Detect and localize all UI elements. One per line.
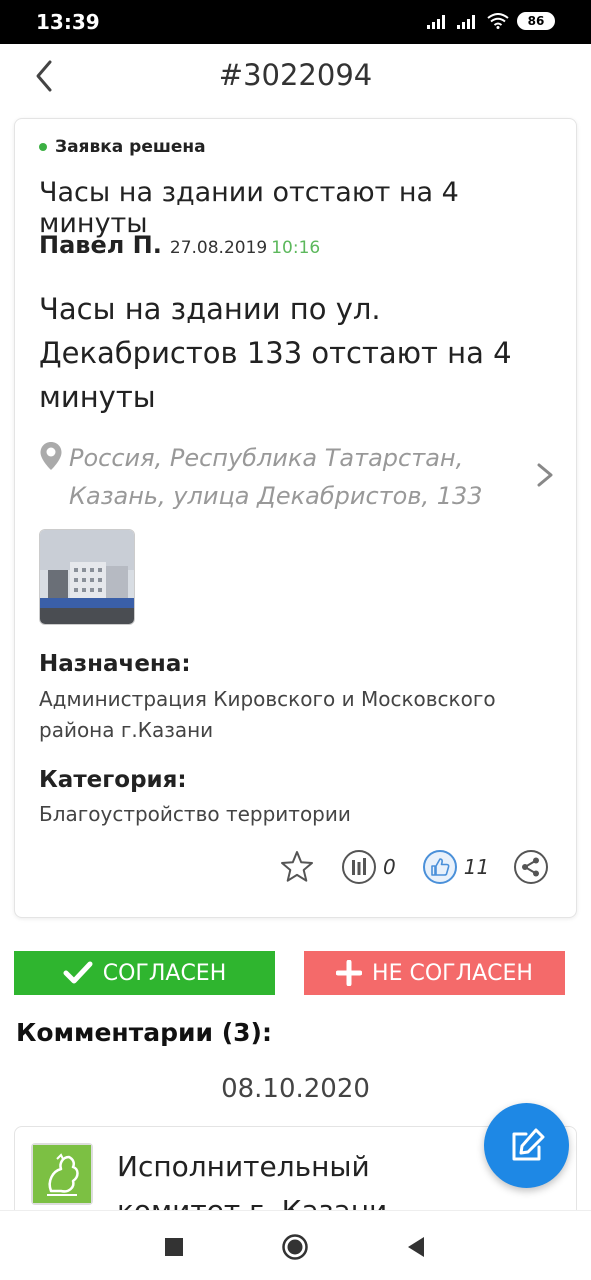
address-text: Россия, Республика Татарстан, Казань, ул… — [69, 444, 483, 510]
edit-icon — [512, 1128, 544, 1160]
signal-icon-2 — [457, 15, 475, 29]
status-text: Заявка решена — [55, 137, 206, 157]
disagree-label: НЕ СОГЛАСЕН — [372, 960, 533, 986]
category-value: Благоустройство территории — [39, 802, 351, 826]
status-dot — [39, 143, 47, 151]
author-line: Павел П. 27.08.2019 10:16 — [39, 231, 320, 259]
status-icons: 86 — [427, 12, 555, 30]
wifi-icon — [487, 13, 509, 29]
home-icon[interactable] — [281, 1233, 309, 1261]
battery-indicator: 86 — [517, 12, 555, 30]
recent-apps-icon[interactable] — [160, 1233, 188, 1261]
photo-image — [40, 530, 134, 624]
back-icon[interactable] — [402, 1233, 430, 1261]
author-name: Павел П. — [39, 231, 162, 259]
status-time: 13:39 — [36, 10, 100, 34]
likes-count: 11 — [463, 855, 490, 879]
author-date: 27.08.2019 — [169, 238, 268, 258]
assigned-value: Администрация Кировского и Московского р… — [39, 687, 496, 742]
status-bar: 13:39 86 — [0, 0, 591, 44]
system-nav-bar — [0, 1210, 591, 1280]
votes-count: 0 — [383, 855, 396, 879]
edit-button[interactable] — [484, 1103, 569, 1188]
chart-icon[interactable] — [341, 849, 377, 885]
chevron-right-icon — [537, 463, 553, 487]
actions-row: 0 11 — [279, 847, 549, 887]
page-title: #3022094 — [218, 58, 373, 92]
map-pin-icon — [40, 442, 62, 470]
status-badge: Заявка решена — [39, 137, 206, 157]
thumbs-up-icon[interactable] — [422, 849, 458, 885]
assigned-label: Назначена: — [39, 651, 191, 677]
check-icon — [63, 961, 93, 984]
star-icon[interactable] — [279, 849, 315, 885]
comments-date: 08.10.2020 — [221, 1074, 370, 1104]
plus-icon — [336, 960, 363, 986]
app-header: #3022094 — [0, 44, 591, 110]
agree-button[interactable]: СОГЛАСЕН — [14, 951, 275, 995]
comments-title: Комментарии (3): — [16, 1018, 272, 1047]
address-row[interactable]: Россия, Республика Татарстан, Казань, ул… — [37, 437, 557, 517]
signal-icon — [427, 15, 445, 29]
kazan-emblem-logo — [31, 1143, 93, 1205]
photo-thumbnail[interactable] — [39, 529, 135, 625]
agree-label: СОГЛАСЕН — [102, 960, 227, 986]
share-icon[interactable] — [513, 849, 549, 885]
author-time: 10:16 — [271, 238, 321, 258]
request-description: Часы на здании по ул. Декабристов 133 от… — [39, 292, 512, 414]
request-card: Заявка решена Часы на здании отстают на … — [14, 118, 577, 918]
request-title: Часы на здании отстают на 4 минуты — [39, 177, 459, 239]
disagree-button[interactable]: НЕ СОГЛАСЕН — [304, 951, 565, 995]
category-label: Категория: — [39, 767, 187, 793]
